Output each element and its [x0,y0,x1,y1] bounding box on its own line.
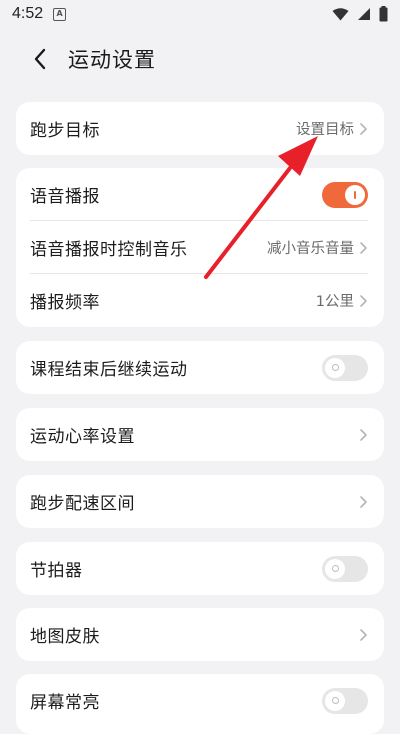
chevron-left-icon [34,48,46,70]
map-skin-label: 地图皮肤 [30,627,100,647]
voice-card: 语音播报 语音播报时控制音乐 减小音乐音量 播报频率 1公里 [16,168,384,327]
map-skin-row[interactable]: 地图皮肤 [16,608,384,661]
pace-card: 跑步配速区间 [16,475,384,528]
chevron-right-icon [360,241,367,254]
voice-broadcast-label: 语音播报 [30,187,100,207]
chevron-right-icon [360,628,367,641]
status-icons [332,6,388,22]
chevron-right-icon [360,428,367,441]
screen-always-on-row: 屏幕常亮 [16,674,384,727]
heart-rate-label: 运动心率设置 [30,427,135,447]
metronome-label: 节拍器 [30,561,83,581]
app-header: 运动设置 [0,28,400,90]
pace-zone-row[interactable]: 跑步配速区间 [16,475,384,528]
back-button[interactable] [14,33,66,85]
toggle-knob [325,690,345,711]
continue-after-course-label: 课程结束后继续运动 [30,360,188,380]
toggle-knob [325,357,345,378]
running-goal-row[interactable]: 跑步目标 设置目标 [16,102,384,155]
metronome-card: 节拍器 [16,542,384,595]
signal-icon [358,8,370,20]
map-skin-card: 地图皮肤 [16,608,384,661]
continue-after-course-row: 课程结束后继续运动 [16,341,384,394]
chevron-right-icon [360,122,367,135]
metronome-toggle[interactable] [322,555,368,582]
screen-on-card: 屏幕常亮 [16,674,384,734]
notification-icon: A [53,7,67,21]
continue-card: 课程结束后继续运动 [16,341,384,394]
screen-always-on-label: 屏幕常亮 [30,693,100,713]
music-control-label: 语音播报时控制音乐 [30,240,188,260]
heart-rate-row[interactable]: 运动心率设置 [16,408,384,461]
chevron-right-icon [360,294,367,307]
voice-broadcast-toggle[interactable] [322,181,368,208]
broadcast-frequency-row[interactable]: 播报频率 1公里 [16,274,384,327]
wifi-icon [332,7,349,20]
broadcast-frequency-value: 1公里 [315,294,354,310]
voice-broadcast-row: 语音播报 [16,168,384,221]
broadcast-frequency-label: 播报频率 [30,293,100,313]
running-goal-value: 设置目标 [296,122,354,138]
goal-card: 跑步目标 设置目标 [16,102,384,155]
running-goal-label: 跑步目标 [30,121,100,141]
status-bar: 4:52 A [0,0,400,28]
status-time: 4:52 [12,5,44,22]
heart-rate-card: 运动心率设置 [16,408,384,461]
toggle-knob [345,184,365,205]
toggle-knob [325,558,345,579]
metronome-row: 节拍器 [16,542,384,595]
battery-icon [379,6,388,22]
music-control-value: 减小音乐音量 [267,241,354,257]
pace-zone-label: 跑步配速区间 [30,494,135,514]
continue-after-course-toggle[interactable] [322,354,368,381]
music-control-row[interactable]: 语音播报时控制音乐 减小音乐音量 [16,221,384,274]
chevron-right-icon [360,495,367,508]
page-title: 运动设置 [68,48,156,72]
